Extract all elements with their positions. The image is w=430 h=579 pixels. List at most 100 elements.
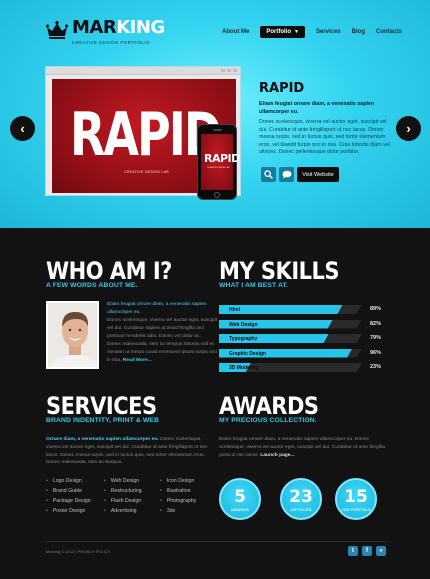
services-title: SERVICES	[46, 392, 157, 420]
skill-bar: 3D Modeling 23%	[219, 363, 382, 372]
zoom-button[interactable]	[261, 167, 276, 182]
services-list-3: Icon Design Illustration Photography 3ds	[160, 476, 196, 516]
services-subtitle: BRAND INDENTITY, PRINT & WEB	[46, 417, 160, 424]
logo-text-king: KING	[116, 17, 165, 38]
who-title: WHO AM I?	[46, 257, 172, 285]
hero-section: MARKING CREATIVE DESIGN PORTFOLIO About …	[0, 0, 430, 228]
badge-number: 15	[344, 487, 368, 507]
read-more-link[interactable]: Read More...	[123, 358, 152, 363]
list-item: Logo Design	[46, 476, 91, 486]
nav-contacts[interactable]: Contacts	[376, 29, 402, 35]
browser-bar	[46, 67, 240, 75]
services-lead: Ornare diam, a venenatis sapien ullamcor…	[46, 437, 159, 442]
skill-name: 3D Modeling	[229, 365, 259, 371]
portrait-image	[48, 303, 97, 367]
list-item: Illustration	[160, 486, 196, 496]
who-lead: Etiam feugiat ornare diam, a venenatis s…	[107, 302, 207, 315]
skill-name: Typography	[229, 336, 258, 342]
phone-image-sub: CREATIVE DESIGN LAB	[207, 167, 230, 169]
skill-percent: 89%	[370, 306, 382, 312]
chevron-left-icon: ‹	[20, 121, 25, 136]
awards-body: Etiam feugiat ornare diam, a venenatis s…	[219, 437, 385, 458]
facebook-icon[interactable]: f	[362, 546, 372, 556]
phone-mockup: RAPID CREATIVE DESIGN LAB	[197, 124, 240, 200]
awards-text: Etiam feugiat ornare diam, a venenatis s…	[219, 436, 387, 459]
footer-divider	[46, 541, 386, 542]
phone-speaker	[213, 129, 222, 131]
articles-badge: 23 ARTICLES	[280, 478, 322, 520]
awards-title: AWARDS	[219, 392, 319, 420]
skill-name: Html	[229, 307, 241, 313]
services-text: Ornare diam, a venenatis sapien ullamcor…	[46, 436, 208, 467]
nav-portfolio[interactable]: Portfolio ▼	[260, 26, 305, 38]
skill-name: Graphic Design	[229, 350, 266, 357]
avatar	[46, 301, 99, 369]
site-logo[interactable]: MARKING	[46, 19, 165, 39]
skill-bar: Typography 79%	[219, 334, 382, 343]
launch-page-link[interactable]: Launch page...	[260, 453, 294, 458]
visit-website-button[interactable]: Visit Website	[297, 167, 339, 182]
chat-bubble-icon	[282, 170, 291, 179]
badge-label: ARTICLES	[290, 508, 312, 512]
slide-lead: Etiam feugiat ornare diam, a venenatis s…	[259, 101, 394, 116]
chevron-right-icon: ›	[406, 121, 411, 136]
badge-label: CSS PORTALS	[340, 508, 372, 512]
search-icon	[264, 170, 273, 179]
nav-services[interactable]: Services	[316, 29, 341, 35]
skills-subtitle: WHAT I AM BEST AT.	[219, 282, 289, 289]
list-item: Flash Design	[104, 496, 142, 506]
services-list-1: Logo Design Brand Guide Package Design P…	[46, 476, 91, 516]
crown-icon	[46, 21, 68, 39]
services-list-2: Web Design Restructuring Flash Design Ad…	[104, 476, 142, 516]
list-item: Package Design	[46, 496, 91, 506]
slide-lead-text: Etiam feugiat ornare diam, a venenatis s…	[259, 101, 375, 115]
skills-title: MY SKILLS	[219, 257, 340, 285]
nav-about-me[interactable]: About Me	[222, 29, 249, 35]
phone-image-word: RAPID	[204, 152, 240, 165]
footer-copyright[interactable]: Marking © 2012 | PRIVACY POLICY	[46, 549, 111, 554]
window-controls	[221, 69, 237, 72]
list-item: Restructuring	[104, 486, 142, 496]
skill-percent: 82%	[370, 320, 382, 327]
rss-icon[interactable]: »	[376, 546, 386, 556]
list-item: Advertising	[104, 506, 142, 516]
logo-text-mar: MAR	[72, 17, 117, 38]
slider-next-button[interactable]: ›	[396, 116, 421, 141]
skill-bar: Graphic Design 96%	[219, 348, 382, 358]
skill-track	[219, 305, 362, 314]
badge-number: 5	[234, 487, 246, 507]
slide-text: Donec scelerisque, viverra vel auctor eg…	[259, 119, 390, 156]
phone-home-button	[214, 192, 220, 198]
badge-label: AWARDS	[230, 508, 250, 512]
logo-tagline: CREATIVE DESIGN PORTFOLIO	[72, 40, 150, 45]
who-subtitle: A FEW WORDS ABOUT ME.	[46, 282, 138, 289]
skill-percent: 96%	[370, 349, 382, 356]
nav-blog[interactable]: Blog	[352, 29, 365, 35]
list-item: Web Design	[104, 476, 142, 486]
who-text-1: Donec scelerisque, viverra vel auctor eg…	[107, 318, 218, 339]
awards-subtitle: MY PRECIOUS COLLECTION.	[219, 417, 317, 424]
skill-bar: Html 89%	[219, 305, 382, 314]
phone-screen: RAPID CREATIVE DESIGN LAB	[201, 134, 240, 190]
logo-text: MARKING	[72, 19, 165, 37]
nav-portfolio-label: Portfolio	[266, 29, 291, 35]
slide-title: RAPID	[259, 81, 305, 96]
slider-prev-button[interactable]: ‹	[10, 116, 35, 141]
who-text-2: Donec malesuada, sem ac tempus lobortis …	[107, 341, 218, 364]
badge-number: 23	[289, 487, 313, 507]
skill-name: Web Design	[229, 321, 258, 328]
slide-image-sub: CREATIVE DESIGN LAB	[124, 170, 169, 174]
list-item: Icon Design	[160, 476, 196, 486]
list-item: Photography	[160, 496, 196, 506]
list-item: Brand Guide	[46, 486, 91, 496]
list-item: Poster Design	[46, 506, 91, 516]
comment-button[interactable]	[279, 167, 294, 182]
award-badge: 5 AWARDS	[219, 478, 261, 520]
skill-percent: 23%	[370, 364, 382, 370]
skill-percent: 79%	[370, 335, 382, 341]
main-nav: About Me Portfolio ▼ Services Blog Contac…	[222, 26, 413, 38]
twitter-icon[interactable]: t	[348, 546, 358, 556]
chevron-down-icon: ▼	[294, 29, 299, 35]
css-portals-badge: 15 CSS PORTALS	[335, 478, 377, 520]
list-item: 3ds	[160, 506, 196, 516]
